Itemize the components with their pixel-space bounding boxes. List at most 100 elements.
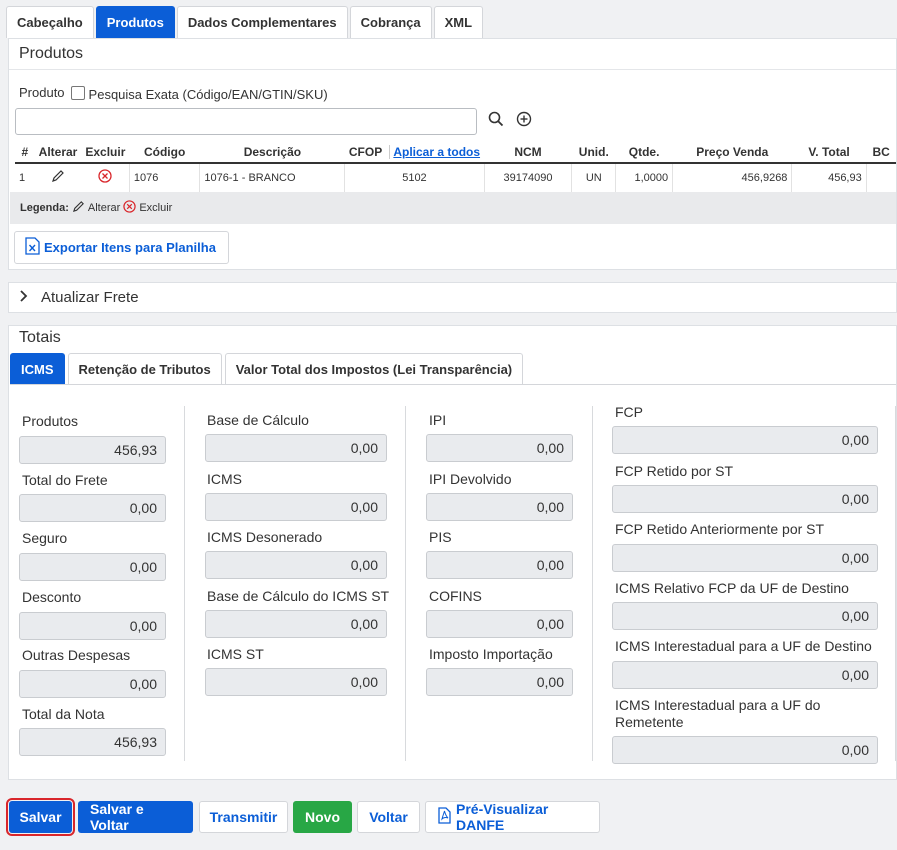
export-spreadsheet-button[interactable]: Exportar Itens para Planilha (14, 231, 229, 264)
label-desconto: Desconto (22, 589, 82, 605)
row-descricao: 1076-1 - BRANCO (199, 163, 346, 193)
col-descricao: Descrição (199, 141, 345, 164)
tab-valor-total-impostos[interactable]: Valor Total dos Impostos (Lei Transparên… (224, 353, 524, 384)
tab-xml[interactable]: XML (433, 6, 484, 38)
tab-cobranca[interactable]: Cobrança (349, 6, 432, 38)
label-icms: ICMS (207, 471, 242, 487)
export-label: Exportar Itens para Planilha (44, 240, 216, 255)
field-desconto: 0,00 (19, 612, 166, 640)
legend-x-icon (123, 200, 136, 216)
row-num: 1 (15, 163, 35, 193)
label-icms-interestadual-destino: ICMS Interestadual para a UF de Destino (615, 638, 872, 654)
label-icms-desonerado: ICMS Desonerado (207, 529, 323, 545)
atualizar-frete-toggle[interactable]: Atualizar Frete (8, 282, 897, 313)
edit-pencil-icon[interactable] (34, 163, 82, 193)
legend-pencil-icon (72, 200, 85, 216)
col-v-total: V. Total (791, 141, 867, 164)
chevron-right-icon (19, 289, 29, 306)
field-icms-desonerado: 0,00 (205, 551, 387, 579)
novo-button[interactable]: Novo (293, 801, 352, 833)
tab-produtos[interactable]: Produtos (95, 6, 175, 38)
col-bc: BC (866, 141, 896, 164)
label-fcp-retido-st: FCP Retido por ST (615, 463, 734, 479)
label-pis: PIS (429, 529, 452, 545)
produtos-panel: Produtos Produto Pesquisa Exata (Código/… (8, 38, 897, 270)
col-excluir: Excluir (81, 141, 130, 164)
field-icms-interestadual-destino: 0,00 (612, 661, 878, 689)
row-bc (866, 163, 896, 193)
field-total-frete: 0,00 (19, 494, 166, 522)
col-alterar: Alterar (34, 141, 82, 164)
row-preco: 456,9268 (672, 163, 793, 193)
pre-visualizar-label: Pré-Visualizar DANFE (456, 801, 549, 833)
label-total-frete: Total do Frete (22, 472, 108, 488)
field-ipi-devolvido: 0,00 (426, 493, 573, 521)
tab-retencao[interactable]: Retenção de Tributos (67, 353, 222, 384)
label-base-calculo-icms-st: Base de Cálculo do ICMS ST (207, 588, 390, 604)
column-divider (895, 406, 896, 761)
tab-cabecalho[interactable]: Cabeçalho (6, 6, 94, 38)
salvar-button[interactable]: Salvar (6, 798, 75, 836)
main-tabs: Cabeçalho Produtos Dados Complementares … (6, 6, 484, 38)
col-preco-venda: Preço Venda (672, 141, 792, 164)
field-icms: 0,00 (205, 493, 387, 521)
transmitir-button[interactable]: Transmitir (199, 801, 288, 833)
row-unid: UN (571, 163, 617, 193)
pesquisa-exata-checkbox[interactable] (70, 85, 85, 100)
label-produtos: Produtos (22, 413, 79, 429)
row-cfop: 5102 (344, 163, 485, 193)
label-fcp: FCP (615, 404, 643, 420)
col-qtde: Qtde. (615, 141, 673, 164)
label-seguro: Seguro (22, 530, 68, 546)
table-row: 1 1076 1076-1 - BRANCO 5102 39174090 UN … (15, 163, 896, 193)
legend-alterar: Alterar (87, 202, 121, 214)
col-ncm: NCM (484, 141, 572, 164)
field-imposto-importacao: 0,00 (426, 668, 573, 696)
legend-excluir: Excluir (139, 202, 173, 214)
label-icms-interestadual-remetente: ICMS Interestadual para a UF do (615, 697, 821, 713)
field-icms-interestadual-remetente: 0,00 (612, 736, 878, 764)
label-cofins: COFINS (429, 588, 482, 604)
field-seguro: 0,00 (19, 553, 166, 581)
label-icms-st: ICMS ST (207, 646, 264, 662)
add-circle-icon[interactable] (514, 109, 534, 129)
row-vtotal: 456,93 (791, 163, 867, 193)
label-outras-despesas: Outras Despesas (22, 647, 131, 663)
produtos-table: # Alterar Excluir Código Descrição CFOP … (15, 141, 896, 193)
field-icms-fcp-uf-destino: 0,00 (612, 602, 878, 630)
field-outras-despesas: 0,00 (19, 670, 166, 698)
legend-label: Legenda: (20, 202, 69, 214)
label-icms-interestadual-remetente-2: Remetente (615, 714, 684, 730)
tab-icms[interactable]: ICMS (10, 353, 65, 384)
field-fcp-retido-anteriormente: 0,00 (612, 544, 878, 572)
field-fcp: 0,00 (612, 426, 878, 454)
col-codigo: Código (129, 141, 200, 164)
produto-search-input[interactable] (15, 108, 477, 135)
legend-bar: Legenda: Alterar Excluir (10, 192, 896, 224)
label-total-nota: Total da Nota (22, 706, 105, 722)
pesquisa-exata-label: Pesquisa Exata (Código/EAN/GTIN/SKU) (88, 87, 328, 102)
delete-x-icon[interactable] (81, 163, 130, 193)
produto-label-row: Produto Pesquisa Exata (Código/EAN/GTIN/… (19, 83, 328, 102)
aplicar-a-todos-link[interactable]: Aplicar a todos (389, 144, 481, 159)
col-num: # (15, 141, 35, 164)
tab-dados-complementares[interactable]: Dados Complementares (176, 6, 348, 38)
pdf-file-icon (438, 807, 451, 827)
search-icon[interactable] (486, 109, 506, 129)
label-fcp-retido-anteriormente: FCP Retido Anteriormente por ST (615, 521, 825, 537)
column-divider (405, 406, 406, 761)
totais-title: Totais (19, 329, 61, 346)
col-cfop: CFOP Aplicar a todos (344, 141, 485, 164)
voltar-button[interactable]: Voltar (357, 801, 420, 833)
label-imposto-importacao: Imposto Importação (429, 646, 553, 662)
row-codigo: 1076 (129, 163, 201, 193)
atualizar-frete-label: Atualizar Frete (41, 289, 139, 306)
table-header: # Alterar Excluir Código Descrição CFOP … (15, 141, 896, 164)
pre-visualizar-danfe-button[interactable]: Pré-Visualizar DANFE (425, 801, 600, 833)
totais-panel: Totais ICMS Retenção de Tributos Valor T… (8, 325, 897, 780)
col-cfop-label: CFOP (348, 144, 382, 159)
row-qtde: 1,0000 (615, 163, 674, 193)
salvar-e-voltar-button[interactable]: Salvar e Voltar (78, 801, 193, 833)
row-ncm: 39174090 (484, 163, 573, 193)
field-base-calculo-icms-st: 0,00 (205, 610, 387, 638)
